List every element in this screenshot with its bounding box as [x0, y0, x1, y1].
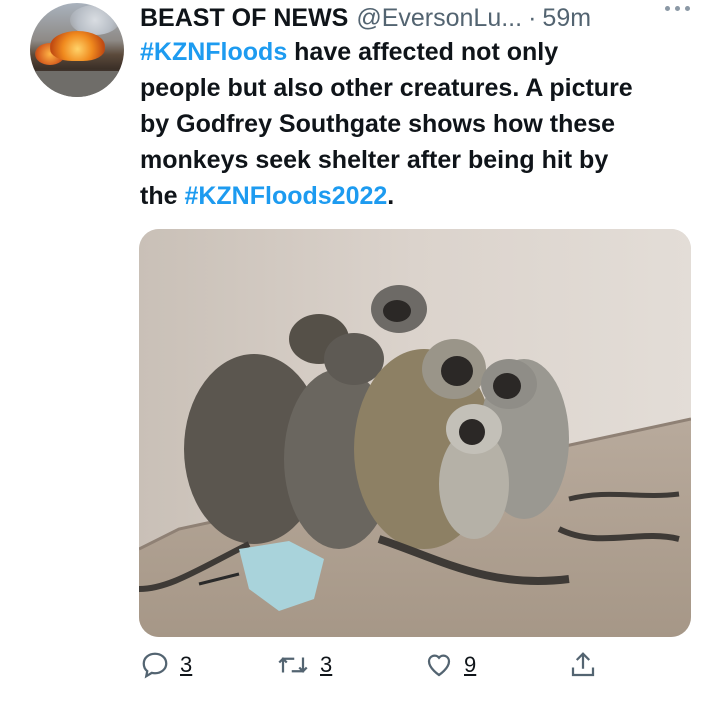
- tweet-text-line: #KZNFloods have affected not only: [140, 34, 700, 70]
- like-icon: [427, 654, 451, 677]
- hashtag-link[interactable]: #KZNFloods: [140, 38, 287, 66]
- author-name[interactable]: BEAST OF NEWS: [140, 4, 348, 33]
- tweet-time[interactable]: 59m: [542, 4, 591, 33]
- retweet-button[interactable]: 3: [276, 650, 332, 680]
- like-count: 9: [464, 652, 477, 677]
- retweet-count: 3: [320, 652, 333, 677]
- tweet-actions: 3 3 9: [140, 650, 600, 690]
- tweet-header: BEAST OF NEWS @EversonLu... · 59m: [140, 2, 591, 34]
- more-options-icon[interactable]: [665, 6, 690, 11]
- share-button[interactable]: [568, 650, 598, 680]
- tweet-text-segment: the: [140, 182, 185, 210]
- reply-count: 3: [180, 652, 193, 677]
- author-handle[interactable]: @EversonLu...: [356, 4, 522, 33]
- like-button[interactable]: 9: [424, 650, 476, 680]
- hashtag-link[interactable]: #KZNFloods2022: [184, 182, 387, 210]
- tweet-text-segment: by Godfrey Southgate shows how these: [140, 110, 616, 138]
- retweet-icon: [278, 657, 308, 673]
- tweet-text-line: monkeys seek shelter after being hit by: [140, 142, 700, 178]
- tweet-text-line: people but also other creatures. A pictu…: [140, 70, 700, 106]
- avatar-fire: [50, 31, 105, 61]
- reply-icon: [142, 652, 168, 679]
- tweet-photo[interactable]: [139, 229, 691, 637]
- tweet-text-line: the #KZNFloods2022.: [140, 178, 700, 214]
- tweet-text-segment: monkeys seek shelter after being hit by: [140, 146, 609, 174]
- monkeys-photo-illustration: [139, 229, 691, 637]
- tweet-text-line: by Godfrey Southgate shows how these: [140, 106, 700, 142]
- author-avatar[interactable]: [30, 3, 124, 97]
- reply-button[interactable]: 3: [140, 650, 192, 680]
- separator-dot: ·: [528, 3, 537, 32]
- tweet-text-segment: people but also other creatures. A pictu…: [140, 74, 633, 102]
- share-icon: [571, 652, 595, 677]
- tweet-text-segment: have affected not only: [287, 38, 559, 66]
- tweet-text: #KZNFloods have affected not only people …: [140, 34, 700, 214]
- avatar-ground: [30, 71, 124, 97]
- tweet-text-segment: .: [387, 182, 395, 210]
